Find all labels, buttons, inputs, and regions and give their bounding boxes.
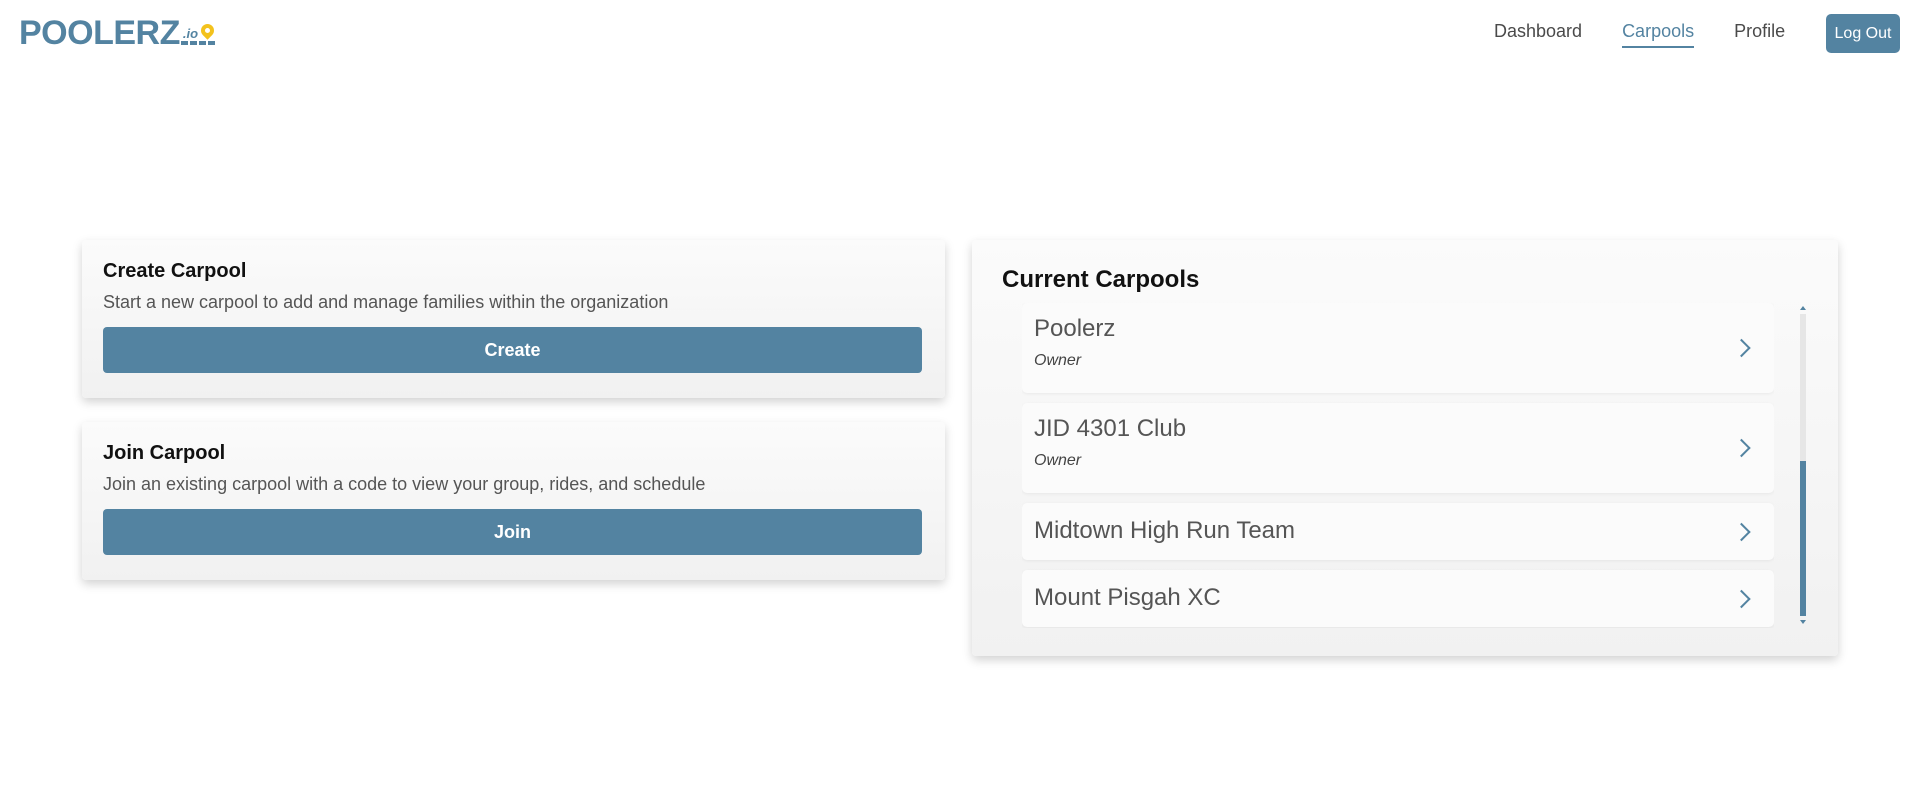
create-carpool-title: Create Carpool bbox=[103, 260, 247, 282]
join-carpool-title: Join Carpool bbox=[103, 442, 226, 464]
carpool-name: JID 4301 Club bbox=[1034, 415, 1187, 442]
current-carpools-title: Current Carpools bbox=[1002, 266, 1200, 293]
logout-button[interactable]: Log Out bbox=[1826, 14, 1900, 53]
create-carpool-card: Create Carpool Start a new carpool to ad… bbox=[82, 240, 945, 398]
create-carpool-description: Start a new carpool to add and manage fa… bbox=[103, 292, 669, 312]
carpool-role: Owner bbox=[1034, 352, 1082, 369]
logo-pin-icon: .io bbox=[180, 16, 219, 50]
poolerz-logo[interactable]: POOLERZ .io bbox=[19, 16, 219, 50]
carpool-item-jid-4301-club[interactable]: JID 4301 Club Owner bbox=[1022, 403, 1774, 493]
top-navbar: POOLERZ .io Dashboard Carpools Profile L… bbox=[0, 0, 1918, 66]
logo-suffix: .io bbox=[182, 26, 199, 41]
carpool-name: Poolerz bbox=[1034, 315, 1116, 342]
carpool-item-mount-pisgah-xc[interactable]: Mount Pisgah XC bbox=[1022, 570, 1774, 627]
main-nav: Dashboard Carpools Profile bbox=[1494, 20, 1825, 48]
location-pin-icon bbox=[198, 21, 217, 40]
carpool-list[interactable]: Poolerz Owner JID 4301 Club Owner Midtow… bbox=[1022, 303, 1774, 628]
carpool-role: Owner bbox=[1034, 452, 1082, 469]
scroll-up-arrow-icon[interactable] bbox=[1800, 306, 1806, 310]
road-icon bbox=[180, 41, 217, 45]
nav-link-profile[interactable]: Profile bbox=[1734, 20, 1785, 48]
carpool-name: Midtown High Run Team bbox=[1034, 517, 1296, 544]
logo-wordmark: POOLERZ bbox=[19, 14, 180, 52]
carpool-item-poolerz[interactable]: Poolerz Owner bbox=[1022, 303, 1774, 393]
join-carpool-description: Join an existing carpool with a code to … bbox=[103, 474, 706, 494]
carpool-name: Mount Pisgah XC bbox=[1034, 584, 1221, 611]
current-carpools-card: Current Carpools Poolerz Owner JID 4301 … bbox=[972, 240, 1838, 656]
join-carpool-card: Join Carpool Join an existing carpool wi… bbox=[82, 422, 945, 580]
scroll-down-arrow-icon[interactable] bbox=[1800, 620, 1806, 624]
nav-link-carpools[interactable]: Carpools bbox=[1622, 20, 1695, 48]
carpool-list-scrollbar[interactable] bbox=[1798, 306, 1808, 624]
nav-link-dashboard[interactable]: Dashboard bbox=[1494, 20, 1582, 48]
scroll-thumb[interactable] bbox=[1800, 461, 1806, 616]
join-button[interactable]: Join bbox=[103, 509, 922, 555]
create-button[interactable]: Create bbox=[103, 327, 922, 373]
carpool-item-midtown-high-run-team[interactable]: Midtown High Run Team bbox=[1022, 503, 1774, 560]
